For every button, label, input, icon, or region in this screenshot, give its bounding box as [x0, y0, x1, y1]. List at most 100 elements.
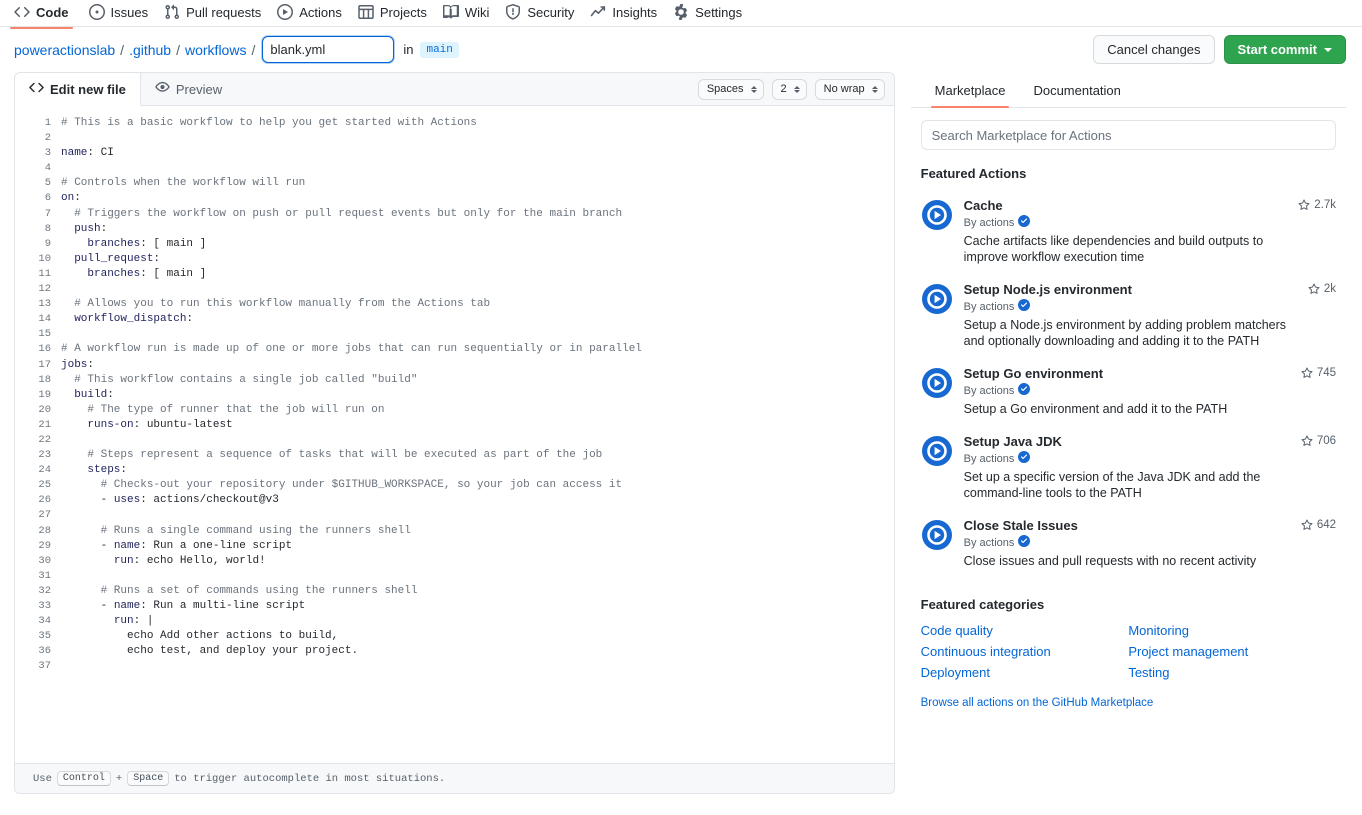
nav-item-settings[interactable]: Settings	[673, 4, 758, 29]
category-link[interactable]: Project management	[1128, 641, 1336, 662]
code-line: 16# A workflow run is made up of one or …	[15, 342, 894, 357]
line-number: 35	[15, 629, 61, 644]
line-number: 17	[15, 358, 61, 373]
action-star-count: 642	[1301, 517, 1336, 569]
line-number: 3	[15, 146, 61, 161]
token-comment: # Runs a set of commands using the runne…	[61, 585, 417, 597]
marketplace-search-input[interactable]	[921, 120, 1336, 150]
code-line: 32 # Runs a set of commands using the ru…	[15, 584, 894, 599]
line-content: push:	[61, 222, 107, 237]
tab-preview[interactable]: Preview	[141, 73, 236, 105]
action-details: Setup Node.js environmentBy actionsSetup…	[964, 281, 1297, 349]
star-icon	[1308, 283, 1320, 298]
code-line: 22	[15, 433, 894, 448]
breadcrumb-repo[interactable]: poweractionslab	[14, 42, 115, 58]
code-line: 9 branches: [ main ]	[15, 237, 894, 252]
code-line: 4	[15, 161, 894, 176]
line-content: pull_request:	[61, 252, 160, 267]
indent-size-select[interactable]: 2	[772, 79, 807, 100]
token-plain	[61, 238, 87, 250]
line-number: 10	[15, 252, 61, 267]
nav-item-wiki[interactable]: Wiki	[443, 4, 506, 29]
in-label: in	[403, 42, 413, 57]
code-line: 3name: CI	[15, 146, 894, 161]
line-number: 34	[15, 614, 61, 629]
tab-marketplace[interactable]: Marketplace	[921, 83, 1020, 107]
line-content: # This is a basic workflow to help you g…	[61, 116, 477, 131]
code-icon	[29, 80, 44, 98]
marketplace-action-item[interactable]: CacheBy actionsCache artifacts like depe…	[921, 189, 1336, 273]
chevron-down-icon	[1324, 48, 1332, 52]
verified-badge-icon	[1018, 383, 1030, 398]
nav-item-insights[interactable]: Insights	[590, 4, 673, 29]
action-description: Close issues and pull requests with no r…	[964, 553, 1290, 569]
autocomplete-hint-use: Use	[33, 773, 52, 785]
nav-item-security[interactable]: Security	[505, 4, 590, 29]
nav-item-label: Security	[527, 5, 574, 20]
line-number: 11	[15, 267, 61, 282]
action-author: By actions	[964, 299, 1297, 314]
wrap-mode-select[interactable]: No wrap	[815, 79, 885, 100]
code-line: 35 echo Add other actions to build,	[15, 629, 894, 644]
action-name: Setup Java JDK	[964, 433, 1290, 450]
chevron-updown-icon	[872, 86, 878, 93]
category-link[interactable]: Testing	[1128, 662, 1336, 683]
key-space: Space	[127, 771, 169, 786]
line-content: run: |	[61, 614, 153, 629]
token-plain: : [ main ]	[140, 268, 206, 280]
start-commit-button[interactable]: Start commit	[1224, 35, 1346, 64]
category-link[interactable]: Code quality	[921, 620, 1129, 641]
action-play-circle-icon	[921, 199, 953, 231]
graph-icon	[590, 4, 606, 20]
breadcrumb-folder-workflows[interactable]: workflows	[185, 42, 246, 58]
marketplace-action-item[interactable]: Setup Java JDKBy actionsSet up a specifi…	[921, 425, 1336, 509]
star-icon	[1301, 519, 1313, 534]
featured-actions-heading: Featured Actions	[921, 166, 1336, 181]
indent-mode-select[interactable]: Spaces	[698, 79, 764, 100]
sidebar-body: Featured Actions CacheBy actionsCache ar…	[911, 108, 1346, 709]
marketplace-action-item[interactable]: Setup Node.js environmentBy actionsSetup…	[921, 273, 1336, 357]
action-details: Close Stale IssuesBy actionsClose issues…	[964, 517, 1290, 569]
marketplace-action-item[interactable]: Close Stale IssuesBy actionsClose issues…	[921, 509, 1336, 577]
tab-edit-new-file[interactable]: Edit new file	[15, 73, 141, 106]
token-plain: :	[120, 464, 127, 476]
token-plain: : CI	[87, 147, 113, 159]
line-number: 14	[15, 312, 61, 327]
token-key: branches	[87, 238, 140, 250]
browse-all-link[interactable]: Browse all actions on the GitHub Marketp…	[921, 697, 1336, 709]
nav-item-label: Projects	[380, 5, 427, 20]
featured-categories-heading: Featured categories	[921, 597, 1336, 612]
action-play-circle-icon	[921, 283, 953, 315]
filename-input[interactable]	[262, 36, 394, 63]
line-number: 7	[15, 207, 61, 222]
line-content: # Runs a set of commands using the runne…	[61, 584, 417, 599]
line-number: 28	[15, 524, 61, 539]
category-link[interactable]: Deployment	[921, 662, 1129, 683]
action-name: Setup Go environment	[964, 365, 1290, 382]
nav-item-issues[interactable]: Issues	[89, 4, 165, 29]
action-play-circle-icon	[921, 435, 953, 467]
breadcrumb-folder-github[interactable]: .github	[129, 42, 171, 58]
token-plain: :	[74, 192, 81, 204]
tab-edit-new-file-label: Edit new file	[50, 82, 126, 97]
main-content: Edit new file Preview Spaces 2 No wrap	[0, 72, 1362, 794]
nav-item-code[interactable]: Code	[14, 4, 89, 29]
action-description: Setup a Node.js environment by adding pr…	[964, 317, 1297, 349]
nav-item-pull-requests[interactable]: Pull requests	[164, 4, 277, 29]
cancel-changes-button[interactable]: Cancel changes	[1093, 35, 1214, 64]
code-editor[interactable]: 1# This is a basic workflow to help you …	[15, 106, 894, 763]
nav-item-actions[interactable]: Actions	[277, 4, 358, 29]
tab-documentation[interactable]: Documentation	[1019, 83, 1134, 107]
marketplace-action-item[interactable]: Setup Go environmentBy actionsSetup a Go…	[921, 357, 1336, 425]
code-line: 19 build:	[15, 388, 894, 403]
category-link[interactable]: Continuous integration	[921, 641, 1129, 662]
token-key: name	[61, 147, 87, 159]
category-link[interactable]: Monitoring	[1128, 620, 1336, 641]
line-number: 2	[15, 131, 61, 146]
code-line: 29 - name: Run a one-line script	[15, 539, 894, 554]
nav-item-projects[interactable]: Projects	[358, 4, 443, 29]
line-content: jobs:	[61, 358, 94, 373]
action-author: By actions	[964, 451, 1290, 466]
token-comment: # This workflow contains a single job ca…	[61, 374, 417, 386]
project-table-icon	[358, 4, 374, 20]
